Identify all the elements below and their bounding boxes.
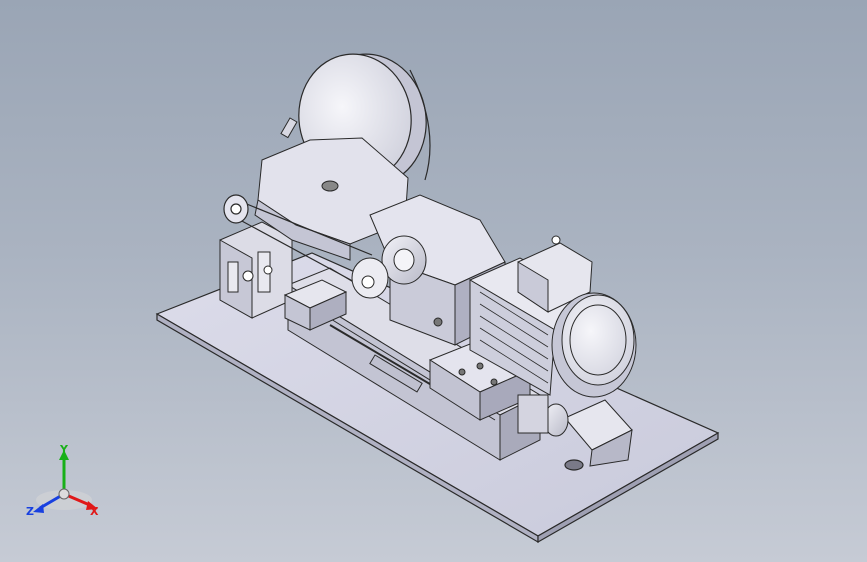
cad-model[interactable] [0,0,867,562]
orientation-triad: Y X Z [22,443,112,526]
left-bracket[interactable] [219,221,293,319]
triad-x-label: X [90,505,99,518]
triad-z-label: Z [26,505,34,518]
graphics-viewport[interactable]: Y X Z [0,0,867,562]
triad-graphic [33,450,98,513]
triad-y-label: Y [60,443,68,456]
